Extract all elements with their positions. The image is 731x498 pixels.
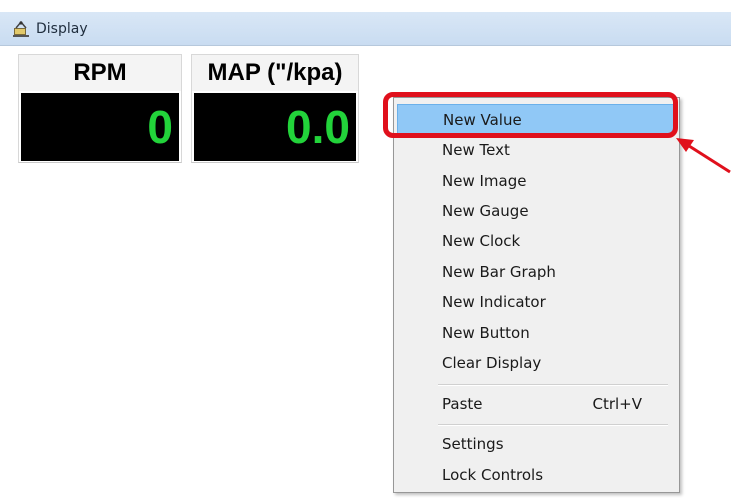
map-gauge[interactable]: MAP ("/kpa) 0.0: [191, 54, 359, 163]
menu-separator: [438, 424, 668, 426]
shortcut-label: Ctrl+V: [592, 395, 642, 413]
title-bar[interactable]: Display: [0, 12, 731, 46]
menu-item-label: Paste: [442, 395, 483, 413]
menu-item-new-bar-graph[interactable]: New Bar Graph: [397, 257, 676, 287]
display-app-icon: [12, 20, 30, 38]
menu-item-new-image[interactable]: New Image: [397, 166, 676, 196]
window-title: Display: [36, 20, 88, 37]
context-menu: New Value New Text New Image New Gauge N…: [393, 97, 680, 493]
rpm-gauge[interactable]: RPM 0: [18, 54, 182, 163]
gauge-label: MAP ("/kpa): [192, 55, 358, 91]
menu-item-new-button[interactable]: New Button: [397, 318, 676, 348]
display-window: Display RPM 0 MAP ("/kpa) 0.0 New Value …: [0, 0, 731, 498]
menu-item-new-text[interactable]: New Text: [397, 135, 676, 165]
gauge-value: 0.0: [194, 93, 356, 161]
red-arrow-icon: [676, 138, 731, 174]
menu-separator: [438, 384, 668, 386]
gauge-value: 0: [21, 93, 179, 161]
menu-item-new-indicator[interactable]: New Indicator: [397, 287, 676, 317]
annotation-highlight-box: [383, 92, 678, 138]
menu-item-paste[interactable]: Paste Ctrl+V: [397, 389, 676, 419]
menu-item-settings[interactable]: Settings: [397, 429, 676, 459]
gauge-label: RPM: [19, 55, 181, 91]
menu-item-new-gauge[interactable]: New Gauge: [397, 196, 676, 226]
menu-item-clear-display[interactable]: Clear Display: [397, 348, 676, 378]
menu-item-new-clock[interactable]: New Clock: [397, 226, 676, 256]
menu-item-lock-controls[interactable]: Lock Controls: [397, 460, 676, 490]
